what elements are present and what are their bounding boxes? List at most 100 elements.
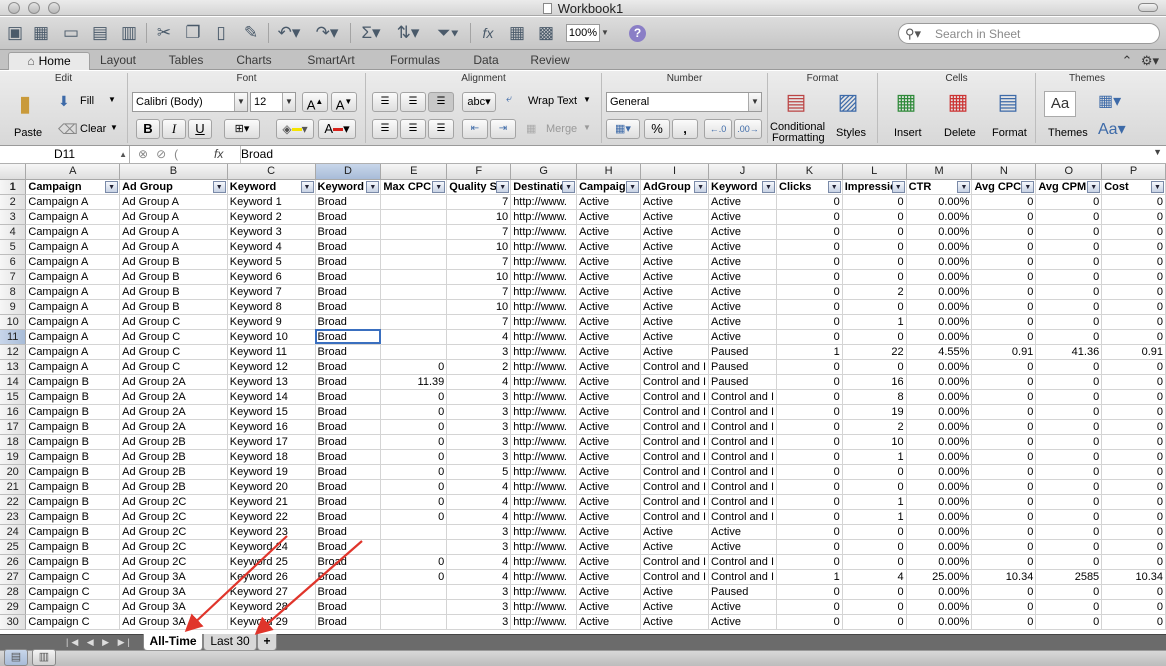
cell[interactable]: Control and I [708,464,778,480]
cell[interactable]: Active [576,404,642,420]
cell[interactable]: 0 [776,194,843,210]
filter-dropdown-icon[interactable]: ▼ [626,180,640,193]
shrink-font-button[interactable]: A▼ [331,92,357,112]
column-header-f[interactable]: F [446,164,512,180]
cell[interactable]: 4 [842,569,907,585]
column-title-cell[interactable]: CTR ▼ [906,179,973,195]
cell[interactable]: 0 [1101,554,1166,570]
cell[interactable]: Campaign A [25,224,121,240]
cell[interactable]: Control and I [708,389,778,405]
filter-icon[interactable]: ⏷▾ [432,21,464,45]
row-header[interactable]: 15 [0,389,27,405]
cell[interactable]: 4 [446,569,512,585]
cell[interactable]: Control and I [640,404,710,420]
cell[interactable]: Broad [315,389,382,405]
cell[interactable]: Active [708,224,778,240]
percent-button[interactable]: % [644,119,670,139]
cell[interactable]: Ad Group C [119,359,228,375]
cell[interactable]: Ad Group C [119,314,228,330]
page-layout-view-icon[interactable]: ▥ [32,649,56,666]
row-header[interactable]: 14 [0,374,27,390]
fill-color-button[interactable]: ◈ ▾ [276,119,314,139]
cell[interactable]: 8 [842,389,907,405]
cell[interactable]: 0 [1035,419,1103,435]
autosum-icon[interactable]: Σ▾ [357,21,385,45]
cell[interactable]: http://www. [510,434,578,450]
cell[interactable]: 0 [1101,359,1166,375]
row-header[interactable]: 21 [0,479,27,495]
cell[interactable]: Keyword 21 [227,494,316,510]
cell[interactable]: 0 [1101,224,1166,240]
cell[interactable]: 0 [1035,359,1103,375]
cell[interactable]: 0 [1101,404,1166,420]
cell[interactable]: Active [708,524,778,540]
cell[interactable]: Broad [315,299,382,315]
filter-dropdown-icon[interactable]: ▼ [762,180,776,193]
row-header[interactable]: 13 [0,359,27,375]
cell[interactable]: 0 [1101,419,1166,435]
cell[interactable]: 0 [1035,224,1103,240]
tab-layout[interactable]: Layout [92,52,144,70]
cell[interactable]: 0 [380,494,448,510]
conditional-formatting-icon[interactable]: ▤ [776,89,816,115]
cell[interactable]: 0 [1101,239,1166,255]
cell[interactable]: 0 [380,569,448,585]
cell[interactable]: Campaign B [25,449,121,465]
cell[interactable]: Control and I [640,449,710,465]
themes-button[interactable]: Themes [1048,127,1088,139]
cell[interactable]: Active [576,509,642,525]
cell[interactable]: Active [576,494,642,510]
filter-dropdown-icon[interactable]: ▼ [694,180,708,193]
copy-icon[interactable]: ❐ [182,21,204,45]
cell[interactable]: Active [708,194,778,210]
cell[interactable]: Active [576,539,642,555]
cell[interactable]: 0 [1101,509,1166,525]
cell[interactable]: 0 [842,239,907,255]
cell[interactable]: Active [640,314,710,330]
cell[interactable]: Active [576,329,642,345]
currency-button[interactable]: ▦▾ [606,119,640,139]
row-header[interactable]: 25 [0,539,27,555]
cell[interactable] [380,614,448,630]
cell[interactable]: Campaign B [25,434,121,450]
cell[interactable]: 0 [380,509,448,525]
cell[interactable]: 0 [776,479,843,495]
column-title-cell[interactable]: Max CPC ▼ [380,179,448,195]
cell[interactable]: 0.00% [906,479,973,495]
cell[interactable]: Ad Group 2B [119,479,228,495]
cell[interactable]: Ad Group 2C [119,509,228,525]
cell[interactable]: Paused [708,584,778,600]
tab-tables[interactable]: Tables [160,52,212,70]
styles-button[interactable]: Styles [836,127,866,139]
cell[interactable] [380,284,448,300]
row-header[interactable]: 11 [0,329,27,345]
cell[interactable]: http://www. [510,479,578,495]
cell[interactable]: Ad Group 2C [119,494,228,510]
cell[interactable]: 0 [971,479,1037,495]
filter-dropdown-icon[interactable]: ▼ [1021,180,1035,193]
cell[interactable]: 10 [446,209,512,225]
cell[interactable]: Keyword 9 [227,314,316,330]
cell[interactable]: 0 [1101,464,1166,480]
cell[interactable]: Keyword 4 [227,239,316,255]
cell[interactable]: 0 [971,329,1037,345]
cell[interactable]: 3 [446,599,512,615]
cell[interactable]: 0.00% [906,194,973,210]
cell[interactable]: Ad Group 3A [119,584,228,600]
align-left-button[interactable]: ☰ [372,119,398,139]
cell[interactable]: Campaign A [25,344,121,360]
cell[interactable]: Control and I [708,434,778,450]
cell[interactable]: 0 [971,209,1037,225]
cell[interactable]: 0.00% [906,404,973,420]
cell[interactable]: 0.00% [906,434,973,450]
clear-button[interactable]: Clear [80,123,106,135]
column-header-p[interactable]: P [1101,164,1166,180]
cell[interactable]: 0.00% [906,554,973,570]
cell[interactable]: Active [708,254,778,270]
cell[interactable]: Active [576,599,642,615]
cell[interactable]: 0.00% [906,509,973,525]
cell[interactable]: 0 [776,584,843,600]
cell[interactable]: Keyword 7 [227,284,316,300]
paste-icon[interactable]: ▯ [210,21,232,45]
cell[interactable]: Active [576,194,642,210]
